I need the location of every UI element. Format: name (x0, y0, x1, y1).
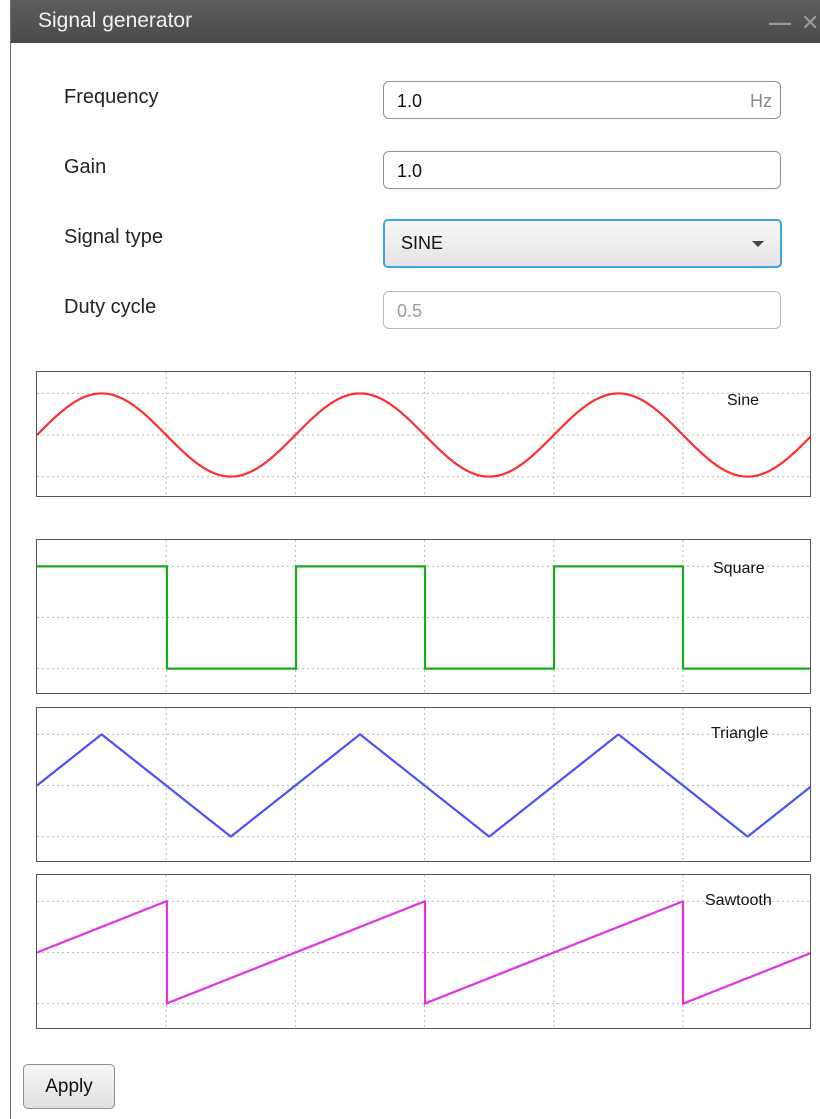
sine-plot-svg (37, 372, 810, 496)
apply-button[interactable]: Apply (23, 1064, 115, 1109)
triangle-plot-label: Triangle (711, 725, 769, 742)
sine-plot-label: Sine (727, 392, 760, 409)
triangle-plot: Triangle (36, 707, 811, 862)
sawtooth-plot-label: Sawtooth (705, 892, 772, 909)
gain-value: 1.0 (397, 161, 423, 181)
frequency-field[interactable]: 1.0 Hz (383, 81, 781, 119)
triangle-plot-svg (37, 708, 810, 861)
square-plot-svg (37, 540, 810, 693)
duty-cycle-field[interactable]: 0.5 (383, 291, 781, 329)
sine-plot: Sine (36, 371, 811, 497)
square-plot: Square (36, 539, 811, 694)
close-icon[interactable]: ✕ (801, 10, 819, 36)
gain-field[interactable]: 1.0 (383, 151, 781, 189)
signal-generator-window: Signal generator — ✕ Frequency 1.0 Hz Ga… (10, 0, 820, 1119)
signal-type-value: SINE (401, 233, 444, 253)
duty-cycle-label: Duty cycle (64, 296, 157, 318)
signal-type-label: Signal type (64, 226, 163, 248)
title-bar[interactable]: Signal generator — ✕ (11, 0, 820, 43)
signal-type-select[interactable]: SINE (383, 219, 782, 268)
frequency-label: Frequency (64, 86, 159, 108)
frequency-value: 1.0 (397, 91, 423, 111)
square-plot-label: Square (713, 560, 765, 577)
duty-cycle-value: 0.5 (397, 301, 423, 321)
sawtooth-plot: Sawtooth (36, 874, 811, 1029)
window-title: Signal generator (38, 9, 193, 32)
gain-label: Gain (64, 156, 107, 178)
minimize-icon[interactable]: — (769, 10, 791, 36)
frequency-unit: Hz (750, 91, 772, 111)
chevron-down-icon (752, 241, 764, 247)
sawtooth-plot-svg (37, 875, 810, 1028)
